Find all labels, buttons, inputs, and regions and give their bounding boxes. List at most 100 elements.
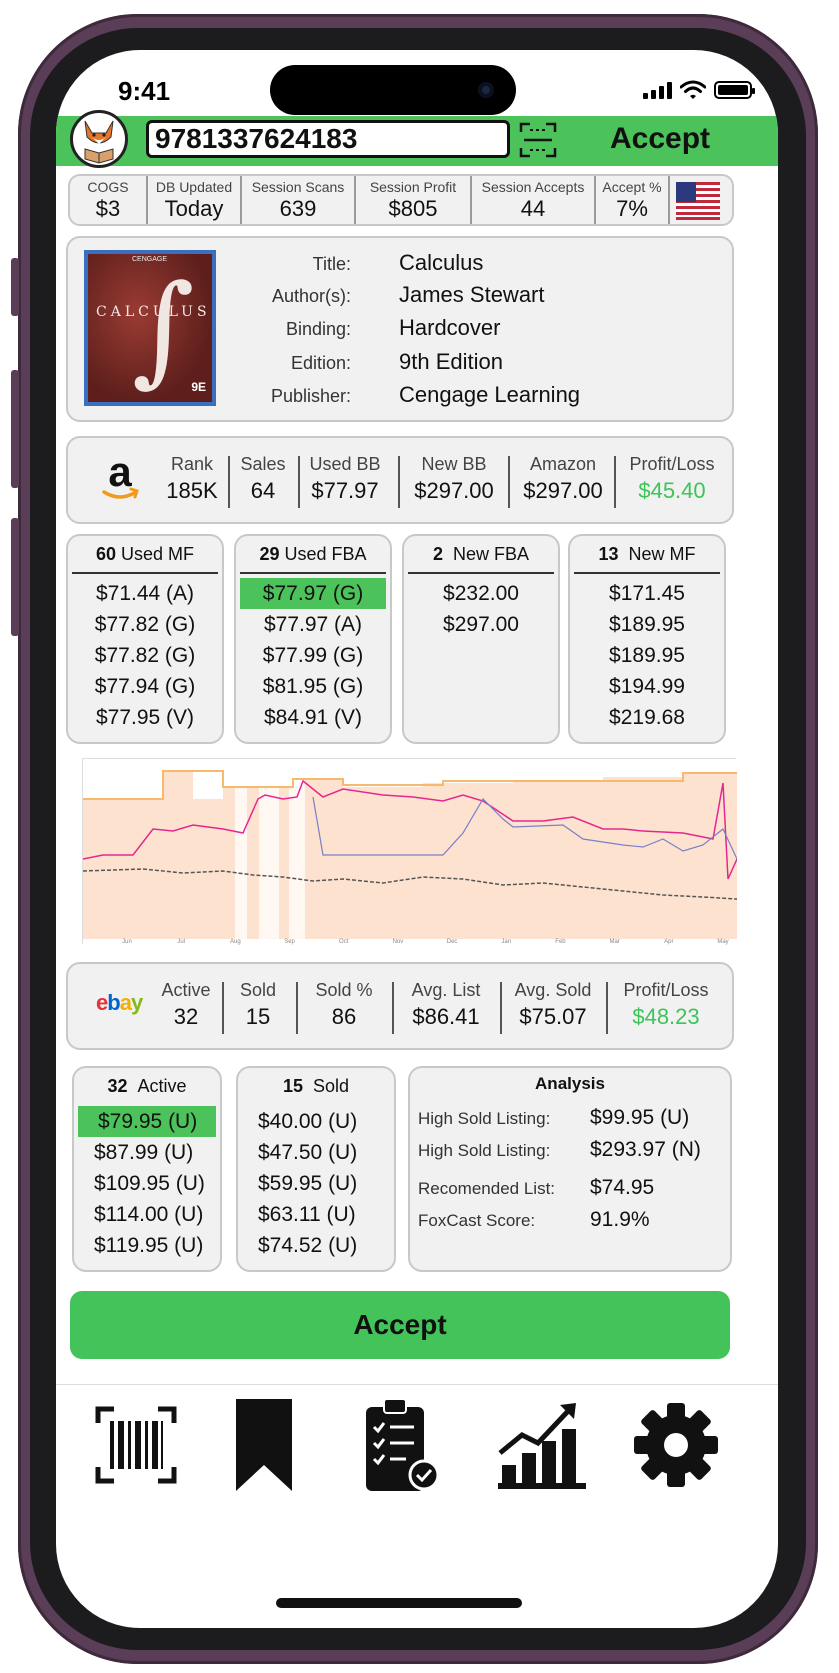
offer-header: 32 Active	[78, 1068, 216, 1102]
offer-count: 60	[95, 544, 116, 564]
status-time: 9:41	[118, 76, 171, 106]
ebay-logo-icon: ebay	[96, 990, 143, 1016]
x-tick-label: May	[717, 939, 728, 945]
session-stats-bar: COGS $3 DB Updated Today Session Scans 6…	[68, 174, 734, 226]
x-tick-label: Apr	[664, 939, 673, 945]
col-label: Profit/Loss	[629, 454, 715, 474]
offer-price[interactable]: $77.97 (A)	[236, 609, 390, 640]
ebay-price[interactable]: $63.11 (U)	[238, 1199, 394, 1230]
bookmark-icon[interactable]	[214, 1395, 314, 1495]
amazon-logo-letter: a	[108, 454, 132, 495]
amazon-new-bb: New BB $297.00	[404, 452, 504, 506]
offer-price[interactable]: $84.91 (V)	[236, 702, 390, 733]
ebay-avg-sold: Avg. Sold $75.07	[504, 978, 602, 1032]
offer-list: $71.44 (A) $77.82 (G) $77.82 (G) $77.94 (G)…	[68, 574, 222, 733]
analytics-chart-icon[interactable]	[492, 1395, 592, 1495]
divider	[228, 456, 230, 508]
col-value: $86.41	[412, 1004, 480, 1029]
ebay-avg-list: Avg. List $86.41	[400, 978, 492, 1032]
settings-gear-icon[interactable]	[626, 1395, 726, 1495]
clipboard-checklist-icon[interactable]	[348, 1395, 448, 1495]
offer-price[interactable]: $77.94 (G)	[68, 671, 222, 702]
stat-db-updated: DB Updated Today	[148, 176, 242, 224]
ebay-price[interactable]: $114.00 (U)	[74, 1199, 220, 1230]
home-indicator[interactable]	[276, 1598, 522, 1608]
analysis-row: Recomended List: $74.95	[418, 1176, 654, 1200]
mute-switch	[11, 258, 19, 316]
col-label: Avg. List	[411, 980, 481, 1000]
offer-price[interactable]: $232.00	[404, 578, 558, 609]
amazon-summary-panel: a Rank 185K Sales 64 Used BB $77.97 New …	[66, 436, 734, 524]
ebay-profit-loss: Profit/Loss $48.23	[612, 978, 720, 1032]
divider	[500, 982, 502, 1034]
analysis-title: Analysis	[535, 1074, 605, 1093]
offer-price[interactable]: $77.97 (G)	[240, 578, 386, 609]
offer-header: 15 Sold	[242, 1068, 390, 1102]
offer-price[interactable]: $194.99	[570, 671, 724, 702]
offer-price[interactable]: $81.95 (G)	[236, 671, 390, 702]
col-value: 32	[173, 1004, 199, 1029]
stat-value: 44	[520, 196, 546, 221]
detail-binding: Binding: Hardcover	[206, 315, 501, 341]
offer-price[interactable]: $189.95	[570, 609, 724, 640]
offer-price[interactable]: $77.82 (G)	[68, 609, 222, 640]
offer-list: $79.95 (U) $87.99 (U) $109.95 (U) $114.00 (…	[74, 1102, 220, 1261]
ebay-price[interactable]: $59.95 (U)	[238, 1168, 394, 1199]
col-label: Sold	[239, 980, 277, 1000]
scan-barcode-icon[interactable]	[518, 120, 558, 160]
ebay-sold-list: 15 Sold $40.00 (U) $47.50 (U) $59.95 (U) $6…	[236, 1066, 396, 1272]
chart-svg: Jun Jul Aug Sep Oct Nov Dec Jan Feb Mar Apr May	[82, 759, 738, 945]
us-flag-icon[interactable]	[676, 182, 720, 220]
stat-label: Session Accepts	[481, 179, 585, 195]
analysis-key: High Sold Listing:	[418, 1141, 551, 1160]
offer-price[interactable]: $77.82 (G)	[68, 640, 222, 671]
offer-list: $232.00 $297.00	[404, 574, 558, 640]
fox-logo-avatar[interactable]	[70, 110, 128, 168]
divider	[392, 982, 394, 1034]
offer-price[interactable]: $297.00	[404, 609, 558, 640]
ebay-price[interactable]: $109.95 (U)	[74, 1168, 220, 1199]
x-tick-label: Jul	[177, 939, 185, 945]
ebay-price[interactable]: $47.50 (U)	[238, 1137, 394, 1168]
stat-value: $3	[95, 196, 121, 221]
amazon-rank: Rank 185K	[164, 452, 220, 506]
offer-label: Sold	[313, 1076, 350, 1096]
stat-value: 7%	[616, 196, 648, 221]
ebay-logo-a: a	[119, 990, 132, 1015]
divider	[296, 982, 298, 1034]
ebay-price[interactable]: $119.95 (U)	[74, 1230, 220, 1261]
ebay-logo-y: y	[130, 990, 143, 1015]
x-tick-label: Jan	[501, 939, 511, 945]
offer-price[interactable]: $219.68	[570, 702, 724, 733]
analysis-key: Recomended List:	[418, 1179, 556, 1198]
col-label: Sold %	[315, 980, 373, 1000]
amazon-profit-loss: Profit/Loss $45.40	[620, 452, 724, 506]
stat-accept-percent: Accept % 7%	[596, 176, 670, 224]
analysis-key: High Sold Listing:	[418, 1109, 551, 1128]
offer-price[interactable]: $77.95 (V)	[68, 702, 222, 733]
ebay-price[interactable]: $87.99 (U)	[74, 1137, 220, 1168]
offer-price[interactable]: $71.44 (A)	[68, 578, 222, 609]
ebay-active-list: 32 Active $79.95 (U) $87.99 (U) $109.95 (U…	[72, 1066, 222, 1272]
col-label: Used BB	[309, 454, 381, 474]
tabbar-divider	[56, 1384, 778, 1385]
ebay-price[interactable]: $74.52 (U)	[238, 1230, 394, 1261]
ebay-price[interactable]: $40.00 (U)	[238, 1106, 394, 1137]
detail-key: Author(s):	[271, 286, 351, 306]
offer-header: 2 New FBA	[408, 536, 554, 574]
offer-price[interactable]: $171.45	[570, 578, 724, 609]
accept-button[interactable]: Accept	[70, 1291, 730, 1359]
detail-value: Cengage Learning	[399, 382, 581, 407]
offer-price[interactable]: $189.95	[570, 640, 724, 671]
x-tick-label: Feb	[555, 939, 566, 945]
price-history-chart[interactable]: Jun Jul Aug Sep Oct Nov Dec Jan Feb Mar Apr May	[82, 758, 738, 945]
accept-header-button[interactable]: Accept	[610, 122, 710, 156]
isbn-search-input[interactable]	[146, 120, 510, 158]
x-tick-label: Oct	[339, 939, 349, 945]
col-value: 185K	[166, 478, 218, 503]
ebay-price[interactable]: $79.95 (U)	[78, 1106, 216, 1137]
analysis-value: 91.9%	[590, 1208, 650, 1231]
offer-price[interactable]: $77.99 (G)	[236, 640, 390, 671]
col-label: Amazon	[529, 454, 597, 474]
barcode-scan-icon[interactable]	[86, 1395, 186, 1495]
